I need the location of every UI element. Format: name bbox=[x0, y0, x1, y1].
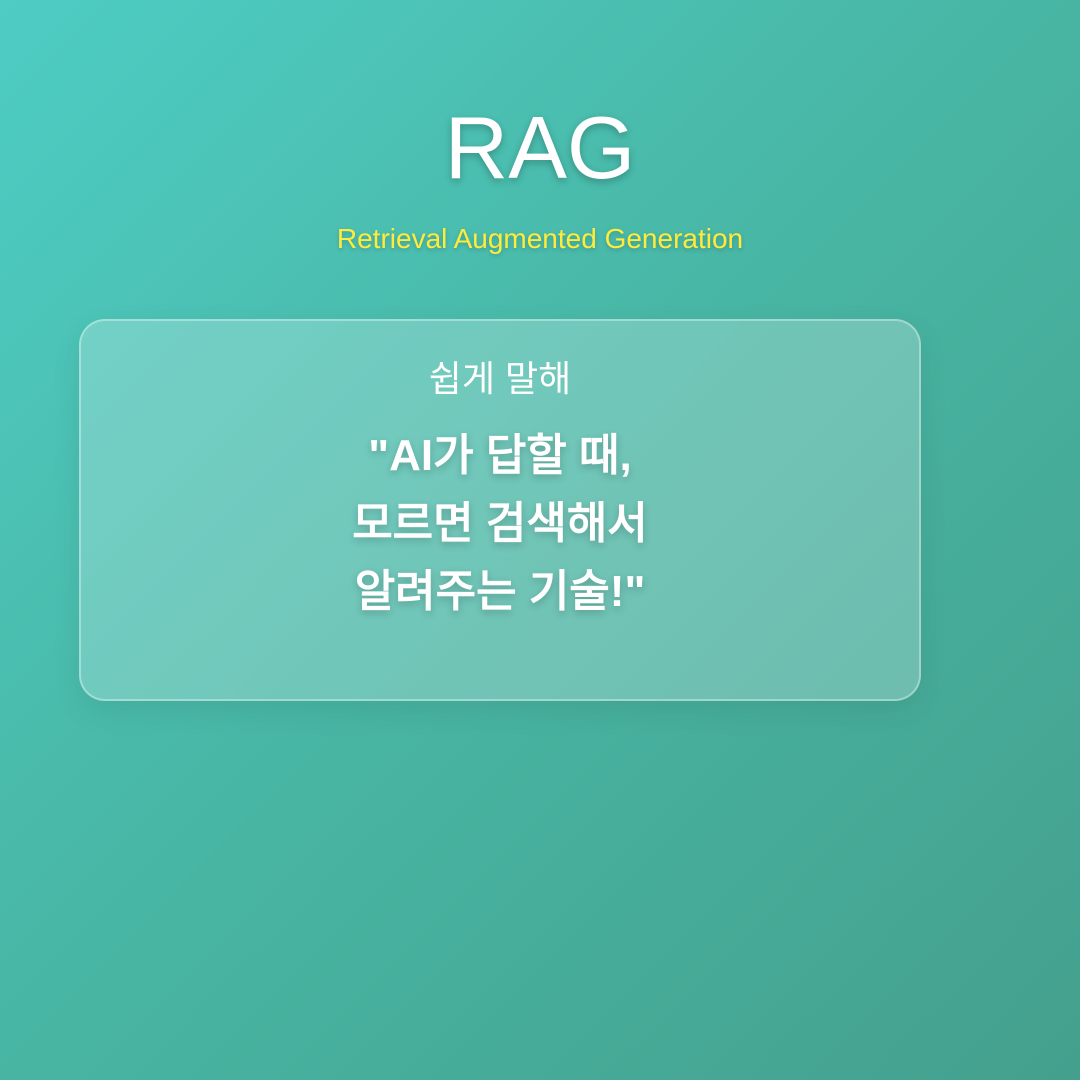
card-quote-line: "AI가 답할 때, bbox=[368, 431, 632, 480]
card-quote-line: 알려주는 기술!" bbox=[354, 567, 646, 616]
card-lead-text: 쉽게 말해 bbox=[428, 358, 572, 399]
card-quote-line: 모르면 검색해서 bbox=[352, 499, 648, 548]
slide: RAG Retrieval Augmented Generation 쉽게 말해… bbox=[0, 0, 1080, 1080]
explanation-card: 쉽게 말해 "AI가 답할 때, 모르면 검색해서 알려주는 기술!" bbox=[79, 319, 921, 701]
page-subtitle: Retrieval Augmented Generation bbox=[336, 223, 744, 254]
page-title: RAG bbox=[444, 98, 636, 197]
card-quote: "AI가 답할 때, 모르면 검색해서 알려주는 기술!" bbox=[81, 422, 919, 626]
